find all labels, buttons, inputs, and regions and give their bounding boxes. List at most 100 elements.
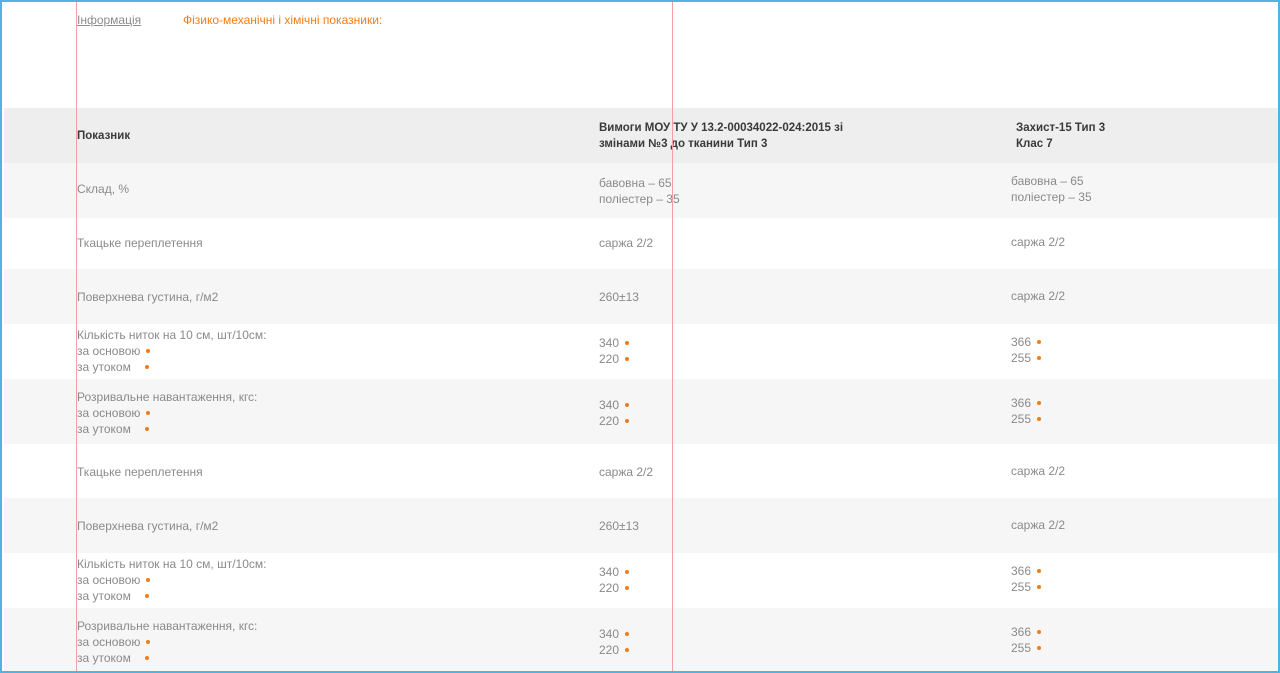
indicator-text: Поверхнева густина, г/м2	[77, 290, 219, 304]
row-requirement: 260±13	[599, 518, 979, 534]
table-row: Ткацьке переплетення саржа 2/2 саржа 2/2	[4, 444, 1280, 498]
bullet-icon	[1037, 400, 1042, 405]
indicator-text: Кількість ниток на 10 см, шт/10см:	[77, 557, 267, 571]
product-line: 366	[1011, 396, 1032, 410]
product-line: саржа 2/2	[1011, 289, 1066, 303]
bullet-icon	[146, 639, 151, 644]
table-row: Ткацьке переплетення саржа 2/2 саржа 2/2	[4, 218, 1280, 269]
requirement-line: 220	[599, 643, 620, 657]
table-row: Розривальне навантаження, кгс: за осново…	[4, 608, 1280, 673]
indicator-subtext: за утоком	[77, 422, 131, 436]
row-requirement: бавовна – 65 поліестер – 35	[599, 175, 979, 207]
row-requirement: 340 220	[599, 397, 979, 429]
product-line: 255	[1011, 641, 1032, 655]
guide-line-left	[76, 0, 77, 673]
bullet-icon	[1037, 416, 1042, 421]
bullet-icon	[144, 593, 149, 598]
row-product: 366 255	[1011, 334, 1271, 366]
indicator-text: Розривальне навантаження, кгс:	[77, 619, 258, 633]
row-requirement: 340 220	[599, 564, 979, 596]
bullet-icon	[1037, 645, 1042, 650]
indicator-text: Ткацьке переплетення	[77, 465, 203, 479]
row-indicator: Кількість ниток на 10 см, шт/10см: за ос…	[77, 556, 577, 604]
header-product-line2: Клас 7	[1016, 138, 1053, 150]
requirement-line: 340	[599, 398, 620, 412]
requirement-line: 260±13	[599, 290, 639, 304]
requirement-line: 340	[599, 627, 620, 641]
tab-physical-chemical[interactable]: Фізико-механічні і хімічні показники:	[183, 13, 382, 27]
bullet-icon	[625, 569, 630, 574]
product-line: поліестер – 35	[1011, 190, 1092, 204]
product-line: 255	[1011, 412, 1032, 426]
header-requirements-line1: Вимоги МОУ ТУ У 13.2-00034022-024:2015 з…	[599, 122, 844, 134]
bullet-icon	[144, 364, 149, 369]
row-indicator: Кількість ниток на 10 см, шт/10см: за ос…	[77, 327, 577, 375]
product-line: бавовна – 65	[1011, 174, 1084, 188]
indicator-text: Кількість ниток на 10 см, шт/10см:	[77, 328, 267, 342]
tab-info[interactable]: Інформація	[77, 13, 141, 27]
header-product: Захист-15 Тип 3 Клас 7	[1016, 120, 1276, 152]
row-product: 366 255	[1011, 395, 1271, 427]
requirement-line: 340	[599, 336, 620, 350]
row-indicator: Поверхнева густина, г/м2	[77, 289, 577, 305]
indicator-subtext: за основою	[77, 573, 141, 587]
requirement-line: бавовна – 65	[599, 176, 672, 190]
requirement-line: 220	[599, 414, 620, 428]
row-product: 366 255	[1011, 624, 1271, 656]
table-row: Склад, % бавовна – 65 поліестер – 35 бав…	[4, 163, 1280, 218]
bullet-icon	[146, 410, 151, 415]
product-line: саржа 2/2	[1011, 235, 1066, 249]
row-indicator: Склад, %	[77, 181, 577, 197]
bullet-icon	[144, 655, 149, 660]
product-line: 366	[1011, 335, 1032, 349]
requirement-line: 260±13	[599, 519, 639, 533]
row-indicator: Поверхнева густина, г/м2	[77, 518, 577, 534]
table-row: Кількість ниток на 10 см, шт/10см: за ос…	[4, 324, 1280, 379]
product-line: саржа 2/2	[1011, 518, 1066, 532]
row-indicator: Розривальне навантаження, кгс: за осново…	[77, 389, 577, 437]
indicator-subtext: за утоком	[77, 651, 131, 665]
header-product-line1: Захист-15 Тип 3	[1016, 122, 1106, 134]
indicator-text: Розривальне навантаження, кгс:	[77, 390, 258, 404]
guide-line-middle	[672, 0, 673, 673]
requirement-line: 220	[599, 581, 620, 595]
bullet-icon	[1037, 355, 1042, 360]
row-product: саржа 2/2	[1011, 288, 1271, 304]
header-indicator: Показник	[77, 130, 131, 142]
requirement-line: саржа 2/2	[599, 465, 654, 479]
bullet-icon	[625, 585, 630, 590]
header-requirements-line2: змінами №3 до тканини Тип 3	[599, 138, 768, 150]
row-requirement: саржа 2/2	[599, 235, 979, 251]
bullet-icon	[625, 647, 630, 652]
table-row: Поверхнева густина, г/м2 260±13 саржа 2/…	[4, 498, 1280, 553]
bullet-icon	[625, 418, 630, 423]
indicator-text: Поверхнева густина, г/м2	[77, 519, 219, 533]
bullet-icon	[625, 631, 630, 636]
bullet-icon	[144, 426, 149, 431]
row-requirement: саржа 2/2	[599, 464, 979, 480]
bullet-icon	[146, 577, 151, 582]
bullet-icon	[625, 340, 630, 345]
row-product: саржа 2/2	[1011, 234, 1271, 250]
indicator-subtext: за основою	[77, 406, 141, 420]
indicator-text: Склад, %	[77, 182, 130, 196]
indicator-text: Ткацьке переплетення	[77, 236, 203, 250]
table-row: Кількість ниток на 10 см, шт/10см: за ос…	[4, 553, 1280, 608]
product-line: саржа 2/2	[1011, 464, 1066, 478]
requirement-line: саржа 2/2	[599, 236, 654, 250]
product-line: 366	[1011, 564, 1032, 578]
row-indicator: Ткацьке переплетення	[77, 235, 577, 251]
bullet-icon	[1037, 629, 1042, 634]
product-line: 255	[1011, 351, 1032, 365]
indicator-subtext: за основою	[77, 344, 141, 358]
row-product: 366 255	[1011, 563, 1271, 595]
product-line: 255	[1011, 580, 1032, 594]
bullet-icon	[1037, 568, 1042, 573]
bullet-icon	[1037, 584, 1042, 589]
row-indicator: Ткацьке переплетення	[77, 464, 577, 480]
row-product: саржа 2/2	[1011, 463, 1271, 479]
indicator-subtext: за утоком	[77, 360, 131, 374]
row-product: бавовна – 65 поліестер – 35	[1011, 173, 1271, 205]
header-requirements: Вимоги МОУ ТУ У 13.2-00034022-024:2015 з…	[599, 120, 979, 152]
table-header-row: Показник Вимоги МОУ ТУ У 13.2-00034022-0…	[4, 108, 1280, 163]
